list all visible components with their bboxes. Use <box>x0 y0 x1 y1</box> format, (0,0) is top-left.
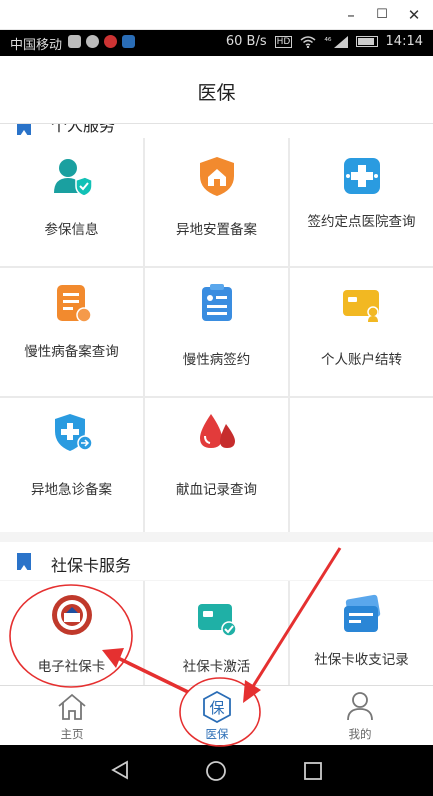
card-services-grid: 电子社保卡 社保卡激活 社保卡收支记录 <box>0 581 433 685</box>
user-shield-icon <box>53 159 93 197</box>
empty-grid-cell <box>290 398 433 532</box>
nav-label: 医保 <box>205 727 229 741</box>
app-header: 医保 <box>0 56 433 124</box>
bookmark-icon <box>17 553 31 571</box>
wifi-icon <box>300 35 316 48</box>
card-icon <box>342 290 379 322</box>
home-icon <box>58 693 86 720</box>
document-icon <box>56 285 92 323</box>
service-label: 社保卡激活 <box>182 659 251 675</box>
person-icon <box>347 692 373 721</box>
service-card-activation[interactable]: 社保卡激活 <box>145 581 288 685</box>
network-speed: 60 B/s <box>225 34 267 49</box>
service-label: 异地急诊备案 <box>31 482 112 498</box>
service-label: 社保卡收支记录 <box>314 652 409 668</box>
minimize-button[interactable]: – <box>340 4 362 26</box>
blood-drop-icon <box>199 414 235 448</box>
window-titlebar: – ☐ ✕ <box>0 0 433 30</box>
emergency-shield-icon <box>54 414 93 451</box>
service-electronic-card[interactable]: 电子社保卡 <box>0 581 143 685</box>
chat-bubble-icon <box>86 35 99 48</box>
card-check-icon <box>197 604 237 637</box>
bookmark-icon <box>17 124 31 136</box>
back-icon[interactable] <box>110 760 130 780</box>
nav-label: 我的 <box>348 727 372 741</box>
service-emergency-filing[interactable]: 异地急诊备案 <box>0 398 143 532</box>
service-blood-donation-query[interactable]: 献血记录查询 <box>145 398 288 532</box>
hd-icon: HD <box>274 35 293 48</box>
hospital-cross-icon <box>343 158 380 194</box>
notification-icons <box>68 35 135 48</box>
bottom-navigation: 主页 保 医保 我的 <box>0 685 433 745</box>
status-bar: 中国移动 60 B/s HD ⁴⁶ 14:14 <box>0 30 433 56</box>
insurance-glyph: 保 <box>209 699 225 717</box>
service-label: 慢性病签约 <box>182 352 251 368</box>
recent-apps-icon[interactable] <box>303 761 323 781</box>
service-label: 慢性病备案查询 <box>24 344 119 360</box>
home-button-icon[interactable] <box>205 760 227 782</box>
service-chronic-signing[interactable]: 慢性病签约 <box>145 268 288 396</box>
clock: 14:14 <box>385 34 423 49</box>
close-button[interactable]: ✕ <box>403 4 425 26</box>
carrier-name: 中国移动 <box>10 38 63 53</box>
service-label: 个人账户结转 <box>321 352 402 368</box>
app-screen: – ☐ ✕ 中国移动 60 B/s HD ⁴⁶ 14:14 医保 个人服务 参保… <box>0 0 433 796</box>
service-label: 参保信息 <box>44 222 99 238</box>
personal-section-header: 个人服务 <box>0 124 433 138</box>
service-hospital-query[interactable]: 签约定点医院查询 <box>290 138 433 266</box>
section-title: 社保卡服务 <box>51 556 132 575</box>
service-insurance-info[interactable]: 参保信息 <box>0 138 143 266</box>
house-shield-icon <box>199 157 234 196</box>
nav-mine[interactable]: 我的 <box>320 686 400 746</box>
service-label: 异地安置备案 <box>176 222 257 238</box>
section-title: 个人服务 <box>51 124 116 135</box>
signal-icon <box>333 35 348 48</box>
battery-icon <box>355 36 378 47</box>
service-chronic-filing-query[interactable]: 慢性病备案查询 <box>0 268 143 396</box>
app-badge-icon <box>104 35 117 48</box>
system-navigation-bar <box>0 745 433 796</box>
service-label: 电子社保卡 <box>37 659 106 675</box>
nav-label: 主页 <box>60 727 84 741</box>
card-section-header: 社保卡服务 <box>0 542 433 580</box>
service-label: 献血记录查询 <box>176 482 257 498</box>
personal-services-grid: 参保信息 异地安置备案 签约定点医院查询 慢性病备案查询 慢性病签约 个人账户结… <box>0 138 433 532</box>
service-relocation-filing[interactable]: 异地安置备案 <box>145 138 288 266</box>
clipboard-icon <box>201 284 232 321</box>
maximize-button[interactable]: ☐ <box>371 4 393 26</box>
service-account-transfer[interactable]: 个人账户结转 <box>290 268 433 396</box>
network-type: ⁴⁶ <box>324 36 332 47</box>
service-label: 签约定点医院查询 <box>307 214 416 230</box>
notification-app-icon <box>68 35 81 48</box>
shield-notification-icon <box>122 35 135 48</box>
page-title: 医保 <box>197 82 236 104</box>
service-card-transactions[interactable]: 社保卡收支记录 <box>290 581 433 685</box>
nav-home[interactable]: 主页 <box>32 686 112 746</box>
nav-insurance[interactable]: 保 医保 <box>177 686 257 746</box>
wallet-card-icon <box>343 594 380 632</box>
social-security-emblem-icon <box>51 595 92 635</box>
